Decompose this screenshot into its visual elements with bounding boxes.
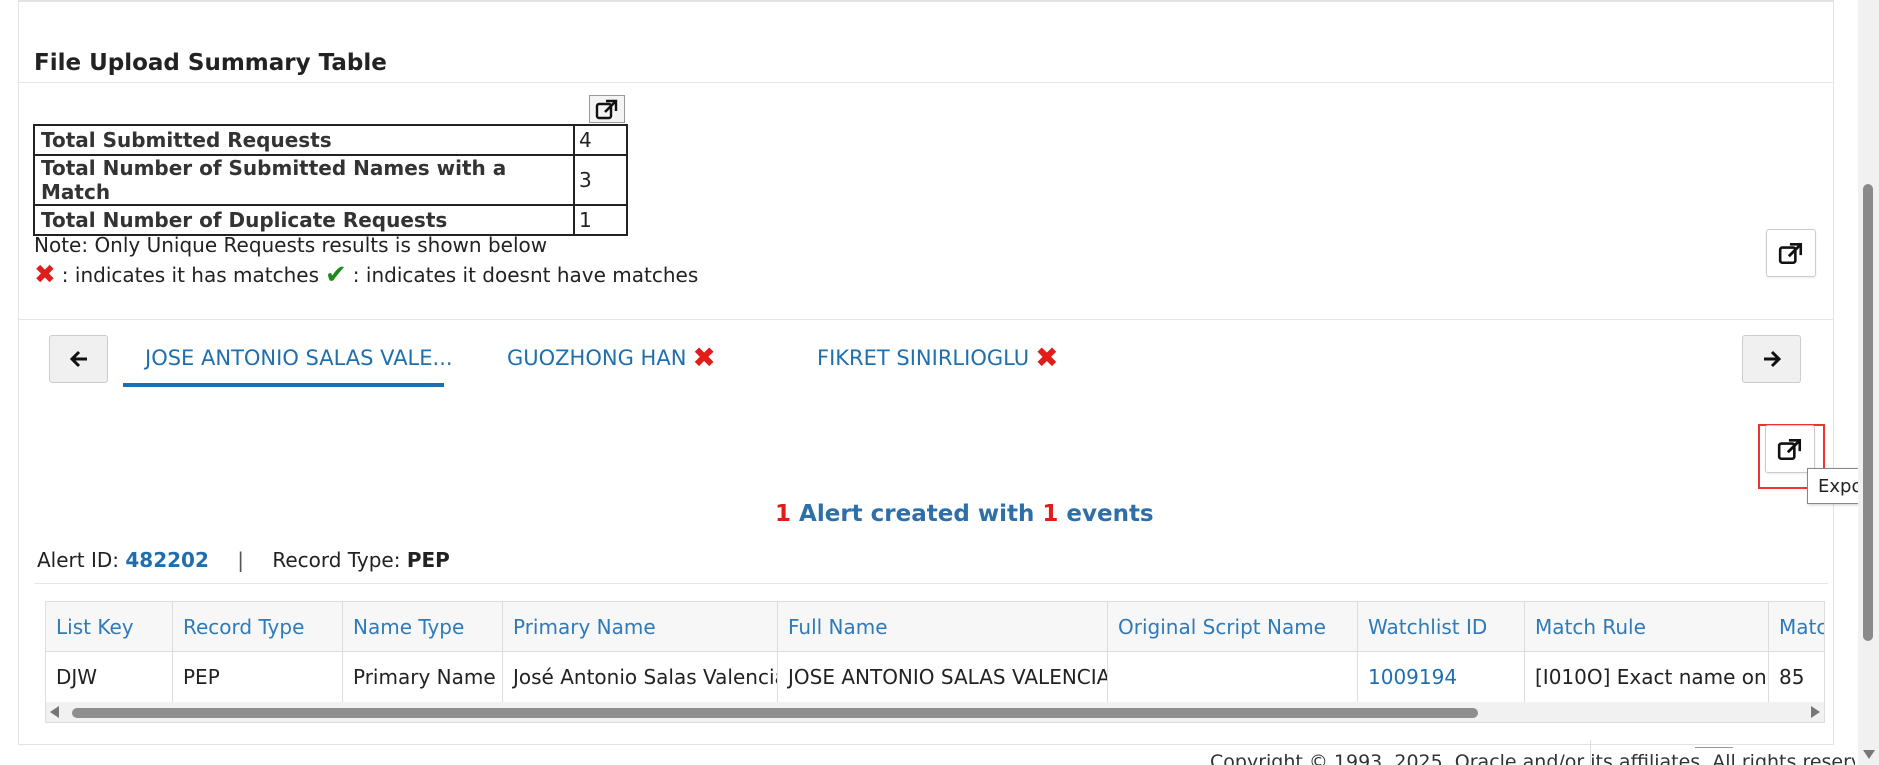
x-mark-icon: ✖ [34, 260, 56, 290]
summary-row: Total Number of Duplicate Requests 1 [33, 204, 628, 236]
match-legend: ✖ : indicates it has matches ✔ : indicat… [34, 260, 699, 290]
match-grid: List Key Record Type Name Type Primary N… [45, 601, 1825, 723]
column-header[interactable]: List Key [46, 602, 173, 651]
column-header[interactable]: Original Script Name [1108, 602, 1358, 651]
grid-cell: JOSE ANTONIO SALAS VALENCIA [778, 652, 1108, 702]
alert-id-link[interactable]: 482202 [125, 548, 209, 572]
watchlist-id-link[interactable]: 1009194 [1358, 652, 1525, 702]
tab-name-3[interactable]: FIKRET SINIRLIOGLU ✖ [817, 341, 1059, 374]
external-link-icon [1777, 439, 1802, 461]
summary-value: 4 [573, 124, 628, 156]
column-header[interactable]: Name Type [343, 602, 503, 651]
arrow-left-icon [69, 350, 87, 368]
record-type-value: PEP [406, 548, 450, 572]
unique-requests-note: Note: Only Unique Requests results is sh… [34, 233, 548, 257]
record-type-label: Record Type: [272, 548, 401, 572]
next-tab-button[interactable] [1742, 335, 1801, 383]
summary-row: Total Number of Submitted Names with a M… [33, 154, 628, 206]
grid-cell [1108, 652, 1358, 702]
alert-count: 1 [775, 501, 792, 527]
tab-label: JOSE ANTONIO SALAS VALE... [145, 346, 453, 370]
summary-label: Total Number of Duplicate Requests [33, 204, 575, 236]
legend-match-text: : indicates it has matches [61, 263, 319, 287]
summary-label: Total Number of Submitted Names with a M… [33, 154, 575, 206]
grid-cell: José Antonio Salas Valencia [503, 652, 778, 702]
title-divider [18, 82, 1834, 83]
grid-cell: DJW [46, 652, 173, 702]
summary-value: 1 [573, 204, 628, 236]
scroll-right-icon[interactable] [1811, 706, 1820, 718]
horizontal-scrollbar[interactable] [46, 702, 1824, 722]
summary-table: Total Submitted Requests 4 Total Number … [33, 124, 628, 236]
arrow-right-icon [1763, 350, 1781, 368]
summary-value: 3 [573, 154, 628, 206]
grid-header-row: List Key Record Type Name Type Primary N… [46, 602, 1824, 652]
column-header[interactable]: Primary Name [503, 602, 778, 651]
external-link-icon [1778, 243, 1803, 265]
summary-label: Total Submitted Requests [33, 124, 575, 156]
grid-cell: [I010O] Exact name only [1525, 652, 1769, 702]
grid-cell: Primary Name [343, 652, 503, 702]
tabs-divider [18, 319, 1834, 320]
scroll-left-icon[interactable] [50, 706, 59, 718]
alert-divider [34, 583, 1828, 584]
alert-info: Alert ID: 482202 | Record Type: PEP [37, 548, 450, 572]
x-mark-icon: ✖ [1035, 341, 1059, 374]
active-tab-indicator [123, 383, 444, 387]
grid-cell: 85 [1769, 652, 1824, 702]
summary-export-button[interactable] [589, 95, 625, 123]
alert-summary: 1 Alert created with 1 events [775, 501, 1154, 527]
tab-name-2[interactable]: GUOZHONG HAN ✖ [507, 341, 716, 374]
footer-rule [1695, 747, 1733, 748]
vertical-scrollbar[interactable] [1858, 0, 1879, 765]
alert-id-label: Alert ID: [37, 548, 120, 572]
page-title: File Upload Summary Table [34, 50, 387, 76]
alert-export-button[interactable] [1765, 425, 1815, 473]
export-button[interactable] [1766, 229, 1816, 277]
table-row[interactable]: DJW PEP Primary Name José Antonio Salas … [46, 652, 1824, 702]
legend-nomatch-text: : indicates it doesnt have matches [352, 263, 699, 287]
tab-label: GUOZHONG HAN [507, 346, 687, 370]
tab-label: FIKRET SINIRLIOGLU [817, 346, 1030, 370]
scrollbar-thumb[interactable] [1863, 184, 1873, 641]
x-mark-icon: ✖ [692, 341, 716, 374]
summary-row: Total Submitted Requests 4 [33, 124, 628, 156]
grid-cell: PEP [173, 652, 343, 702]
scrollbar-thumb[interactable] [72, 708, 1478, 718]
scroll-down-icon[interactable] [1863, 750, 1875, 759]
alert-summary-text: Alert created with [799, 501, 1035, 527]
column-header[interactable]: Full Name [778, 602, 1108, 651]
column-header[interactable]: Matc [1769, 602, 1824, 651]
copyright-footer: Copyright © 1993, 2025, Oracle and/or it… [1210, 751, 1855, 765]
alert-separator: | [237, 548, 244, 572]
column-header[interactable]: Match Rule [1525, 602, 1769, 651]
check-mark-icon: ✔ [325, 260, 347, 290]
event-count: 1 [1042, 501, 1059, 527]
alert-summary-end: events [1066, 501, 1154, 527]
column-header[interactable]: Record Type [173, 602, 343, 651]
prev-tab-button[interactable] [49, 335, 108, 383]
column-header[interactable]: Watchlist ID [1358, 602, 1525, 651]
tab-name-1[interactable]: JOSE ANTONIO SALAS VALE... [145, 346, 453, 370]
external-link-icon [595, 99, 618, 120]
